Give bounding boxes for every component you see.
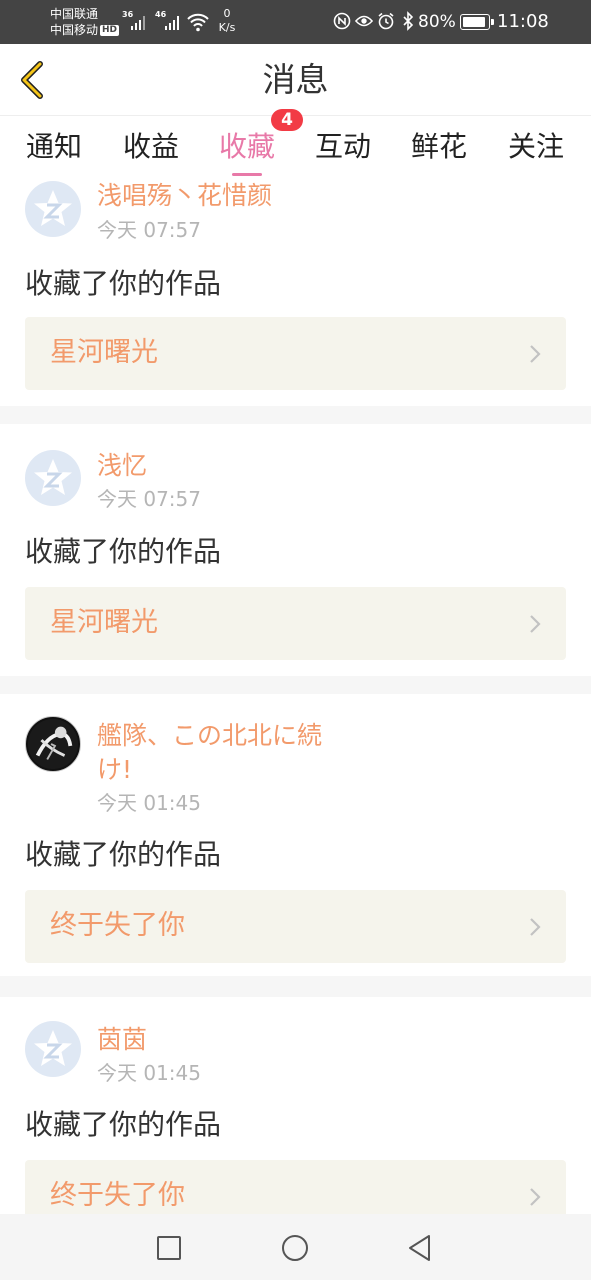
- action-text: 收藏了你的作品: [25, 1108, 222, 1141]
- photo-avatar-icon[interactable]: [25, 716, 81, 772]
- speed-unit: K/s: [218, 21, 236, 34]
- alarm-icon: [377, 10, 395, 32]
- username[interactable]: 浅唱殇丶花惜颜: [97, 181, 357, 213]
- action-text: 收藏了你的作品: [25, 267, 222, 300]
- username[interactable]: 茵茵: [97, 1023, 357, 1057]
- chevron-right-icon: [530, 918, 541, 936]
- recent-apps-icon: [157, 1236, 181, 1260]
- tab-follows[interactable]: 关注: [497, 127, 575, 167]
- default-avatar-icon[interactable]: [25, 1021, 81, 1077]
- chevron-right-icon: [530, 615, 541, 633]
- status-bar: 中国联通 中国移动 HD 36 46 0 K/s 80% 11:08: [0, 0, 591, 44]
- tab-badge-count: 4: [271, 109, 303, 131]
- chevron-right-icon: [530, 1188, 541, 1206]
- work-link[interactable]: 终于失了你: [25, 890, 566, 963]
- work-title: 终于失了你: [50, 910, 185, 941]
- timestamp: 今天 07:57: [97, 487, 201, 511]
- header: 消息: [0, 44, 591, 116]
- carrier-1: 中国联通: [50, 7, 99, 21]
- signal-2-icon: [165, 12, 179, 30]
- default-avatar-icon[interactable]: [25, 450, 81, 506]
- back-icon: [409, 1235, 430, 1261]
- default-avatar-icon[interactable]: [25, 181, 81, 237]
- timestamp: 今天 01:45: [97, 791, 201, 815]
- system-back-button[interactable]: [400, 1228, 440, 1268]
- work-link[interactable]: 星河曙光: [25, 317, 566, 390]
- clock: 11:08: [497, 11, 549, 32]
- tab-flowers[interactable]: 鲜花: [400, 127, 478, 167]
- action-text: 收藏了你的作品: [25, 535, 222, 568]
- signal-1-icon: [131, 12, 145, 30]
- list-item: 浅忆 今天 07:57 收藏了你的作品 星河曙光: [0, 424, 591, 676]
- tab-earnings[interactable]: 收益: [112, 127, 190, 167]
- username[interactable]: 浅忆: [97, 449, 357, 483]
- action-text: 收藏了你的作品: [25, 838, 222, 871]
- battery-percent: 80%: [418, 12, 456, 32]
- tab-favorites[interactable]: 收藏: [208, 127, 286, 167]
- work-link[interactable]: 星河曙光: [25, 587, 566, 660]
- list-item: 艦隊、この北北に続け! 今天 01:45 收藏了你的作品 终于失了你: [0, 694, 591, 976]
- message-list[interactable]: 浅唱殇丶花惜颜 今天 07:57 收藏了你的作品 星河曙光 浅忆 今天 07:5…: [0, 181, 591, 1214]
- work-title: 星河曙光: [50, 607, 158, 638]
- active-tab-indicator: [232, 173, 262, 176]
- page-title: 消息: [262, 60, 329, 99]
- username[interactable]: 艦隊、この北北に続け!: [97, 719, 337, 787]
- hd-badge: HD: [100, 25, 120, 36]
- battery-icon: [460, 14, 494, 30]
- carrier-info: 中国联通 中国移动 HD: [50, 6, 120, 38]
- bluetooth-icon: [399, 10, 417, 32]
- work-title: 终于失了你: [50, 1180, 185, 1211]
- timestamp: 今天 07:57: [97, 218, 201, 242]
- tab-notifications[interactable]: 通知: [15, 127, 93, 167]
- work-link[interactable]: 终于失了你: [25, 1160, 566, 1214]
- home-button[interactable]: [275, 1228, 315, 1268]
- recent-apps-button[interactable]: [149, 1228, 189, 1268]
- network-speed: 0 K/s: [215, 7, 239, 35]
- carrier-2: 中国移动: [50, 23, 99, 37]
- timestamp: 今天 01:45: [97, 1061, 201, 1085]
- status-icons: [333, 10, 417, 32]
- tab-interactions[interactable]: 互动: [304, 127, 382, 167]
- speed-value: 0: [223, 7, 231, 20]
- nfc-icon: [333, 10, 351, 32]
- wifi-icon: [187, 13, 209, 32]
- chevron-right-icon: [530, 345, 541, 363]
- list-item: 浅唱殇丶花惜颜 今天 07:57 收藏了你的作品 星河曙光: [0, 181, 591, 406]
- system-nav-bar: [0, 1214, 591, 1280]
- work-title: 星河曙光: [50, 337, 158, 368]
- eye-icon: [355, 10, 373, 32]
- list-item: 茵茵 今天 01:45 收藏了你的作品 终于失了你: [0, 997, 591, 1214]
- home-icon: [282, 1235, 308, 1261]
